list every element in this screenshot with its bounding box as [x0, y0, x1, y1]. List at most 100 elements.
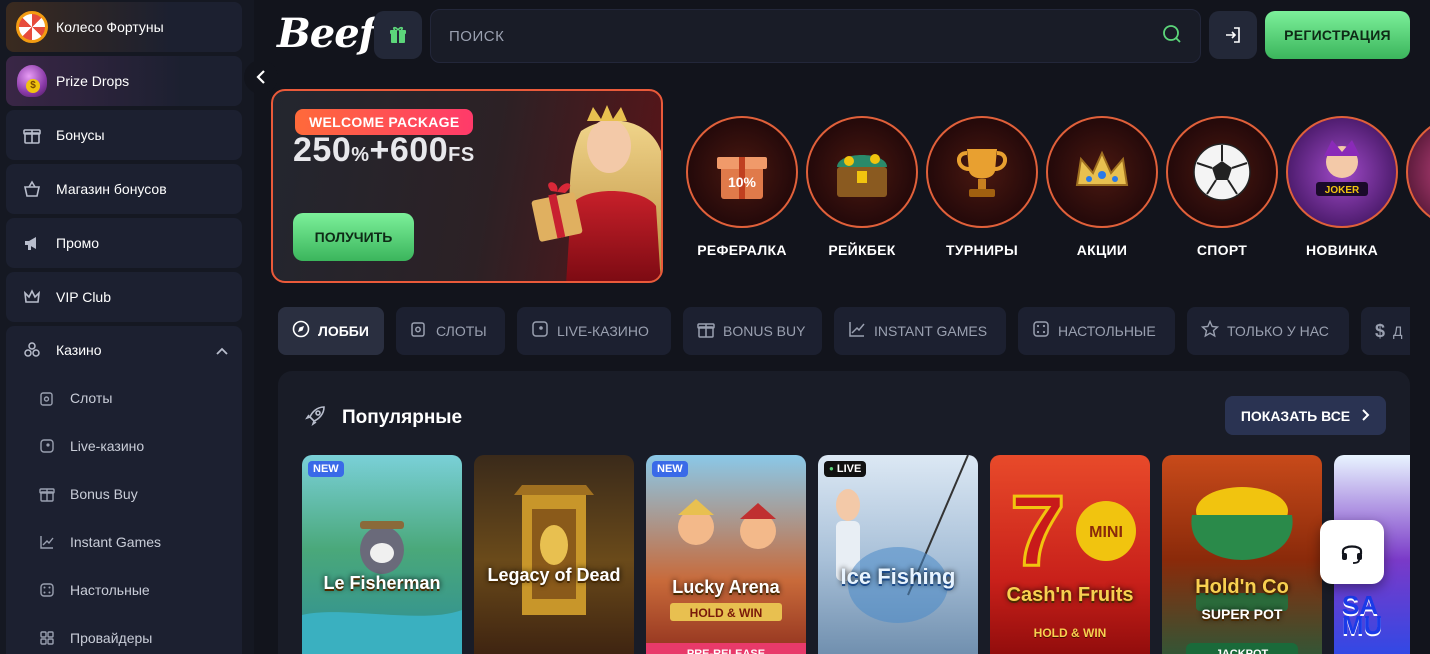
login-icon: [1226, 27, 1240, 43]
sidebar-item-promo[interactable]: Промо: [6, 218, 242, 268]
subitem-label: Провайдеры: [70, 630, 153, 646]
new-tag: NEW: [652, 461, 688, 477]
promo-circles: 10% РЕФЕРАЛКА РЕЙКБЕК ТУРНИРЫ АКЦИИ СПОР…: [684, 116, 1430, 266]
promo-partial[interactable]: Н: [1406, 116, 1430, 258]
promo-actions[interactable]: АКЦИИ: [1046, 116, 1158, 258]
promo-referral[interactable]: 10% РЕФЕРАЛКА: [686, 116, 798, 258]
sidebar-item-bonuses[interactable]: Бонусы: [6, 110, 242, 160]
welcome-banner[interactable]: WELCOME PACKAGE 250%+600FS ПОЛУЧИТЬ: [271, 89, 663, 283]
show-all-label: ПОКАЗАТЬ ВСЕ: [1240, 407, 1351, 424]
soccer-ball-icon: [1166, 116, 1278, 228]
beef-logo[interactable]: Beef: [277, 10, 376, 57]
jackpot-label: JACKPOT: [1186, 643, 1298, 654]
sidebar-collapse-button[interactable]: [244, 60, 278, 94]
pre-release-label: PRE-RELEASE: [646, 643, 806, 654]
casino-group: Казино Слоты Live-казино Bonus Buy Insta…: [6, 326, 242, 654]
search-icon[interactable]: [1162, 24, 1182, 49]
tab-label: НАСТОЛЬНЫЕ: [1058, 323, 1156, 339]
svg-text:MINI: MINI: [1089, 524, 1123, 541]
show-all-button[interactable]: ПОКАЗАТЬ ВСЕ: [1225, 396, 1386, 435]
promo-label: РЕЙКБЕК: [828, 242, 896, 258]
sidebar: Колесо Фортуны Prize Drops Бонусы Магази…: [0, 0, 254, 654]
game-card-cash-n-fruits[interactable]: 7 MINI Cash'n Fruits HOLD & WIN: [990, 455, 1150, 654]
game-card-legacy-of-dead[interactable]: Legacy of Dead: [474, 455, 634, 654]
tab-slots[interactable]: СЛОТЫ: [396, 307, 505, 355]
support-button[interactable]: [1320, 520, 1384, 584]
legacy-of-dead-art: [514, 485, 594, 615]
tab-table-games[interactable]: НАСТОЛЬНЫЕ: [1018, 307, 1175, 355]
treasure-chest-icon: [806, 116, 918, 228]
grid-icon: [36, 630, 58, 646]
dollar-icon: $: [1375, 320, 1386, 341]
promo-rakeback[interactable]: РЕЙКБЕК: [806, 116, 918, 258]
sidebar-item-label: Промо: [56, 235, 100, 251]
tab-bonus-buy[interactable]: BONUS BUY: [683, 307, 822, 355]
popular-section: Популярные ПОКАЗАТЬ ВСЕ NEW Le Fisherman…: [278, 371, 1410, 654]
sidebar-item-fortune-wheel[interactable]: Колесо Фортуны: [6, 2, 242, 52]
chevron-left-icon: [256, 70, 265, 84]
promo-new[interactable]: JOKER НОВИНКА: [1286, 116, 1398, 258]
game-card-le-fisherman[interactable]: NEW Le Fisherman: [302, 455, 462, 654]
gift-icon: [36, 486, 58, 502]
category-tabs: ЛОББИ СЛОТЫ LIVE-КАЗИНО BONUS BUY INSTAN…: [278, 307, 1410, 355]
tab-instant-games[interactable]: INSTANT GAMES: [834, 307, 1006, 355]
tab-live-casino[interactable]: LIVE-КАЗИНО: [517, 307, 671, 355]
lucky-arena-art: [670, 499, 782, 621]
game-title: Lucky Arena: [672, 577, 780, 597]
promo-partial-icon: [1406, 116, 1430, 228]
login-button[interactable]: [1209, 11, 1257, 59]
chart-up-icon: [848, 320, 866, 343]
promo-sport[interactable]: СПОРТ: [1166, 116, 1278, 258]
bonus-percent-sign: %: [351, 144, 370, 166]
game-card-lucky-arena[interactable]: NEW Lucky Arena HOLD & WIN PRE-RELEASE: [646, 455, 806, 654]
game-title: Cash'n Fruits: [1006, 584, 1134, 606]
crown-icon: [1046, 116, 1158, 228]
subitem-label: Instant Games: [70, 534, 162, 550]
tab-partial[interactable]: $ Д: [1361, 307, 1410, 355]
sidebar-item-prize-drops[interactable]: Prize Drops: [6, 56, 242, 106]
headset-icon: [1341, 545, 1363, 564]
register-button[interactable]: РЕГИСТРАЦИЯ: [1265, 11, 1410, 59]
joker-icon: JOKER: [1286, 116, 1398, 228]
sidebar-subitem-bonus-buy[interactable]: Bonus Buy: [6, 470, 242, 518]
gift-icon: [390, 26, 406, 43]
sidebar-subitem-slots[interactable]: Слоты: [6, 374, 242, 422]
subitem-label: Настольные: [70, 582, 150, 598]
megaphone-icon: [16, 227, 48, 259]
sidebar-subitem-live-casino[interactable]: Live-казино: [6, 422, 242, 470]
gift-button[interactable]: [374, 11, 422, 59]
promo-label: Н: [1406, 242, 1430, 258]
promo-tournaments[interactable]: ТУРНИРЫ: [926, 116, 1038, 258]
fortune-wheel-icon: [16, 11, 48, 43]
hold-n-co-art: [1191, 487, 1293, 611]
chevron-up-icon[interactable]: [216, 343, 228, 358]
search-bar: [430, 9, 1201, 63]
sidebar-item-vip-club[interactable]: VIP Club: [6, 272, 242, 322]
tab-label: СЛОТЫ: [436, 323, 487, 339]
sidebar-subitem-providers[interactable]: Провайдеры: [6, 614, 242, 654]
tab-label: ТОЛЬКО У НАС: [1227, 323, 1329, 339]
le-fisherman-art: [302, 521, 462, 654]
live-tag: LIVE: [824, 461, 867, 477]
game-card-hold-n-co[interactable]: Hold'n Co SUPER POT JACKPOT: [1162, 455, 1322, 654]
subitem-label: Live-казино: [70, 438, 145, 454]
slots-icon: [410, 320, 428, 343]
referral-gift-icon: 10%: [686, 116, 798, 228]
dice-icon: [36, 582, 58, 598]
claim-button[interactable]: ПОЛУЧИТЬ: [293, 213, 414, 261]
bonus-percent-value: 250: [293, 131, 352, 169]
game-title: Ice Fishing: [840, 564, 956, 589]
casino-header[interactable]: Казино: [6, 326, 242, 374]
tab-exclusive[interactable]: ТОЛЬКО У НАС: [1187, 307, 1349, 355]
tab-label: ЛОББИ: [318, 323, 369, 339]
sidebar-subitem-instant-games[interactable]: Instant Games: [6, 518, 242, 566]
sidebar-item-bonus-shop[interactable]: Магазин бонусов: [6, 164, 242, 214]
search-input[interactable]: [449, 27, 1162, 45]
live-icon: [531, 320, 549, 343]
game-card-ice-fishing[interactable]: LIVE Ice Fishing: [818, 455, 978, 654]
sidebar-subitem-table-games[interactable]: Настольные: [6, 566, 242, 614]
tab-label: INSTANT GAMES: [874, 323, 988, 339]
promo-label: ТУРНИРЫ: [946, 242, 1018, 258]
tab-label: LIVE-КАЗИНО: [557, 323, 649, 339]
tab-lobby[interactable]: ЛОББИ: [278, 307, 384, 355]
